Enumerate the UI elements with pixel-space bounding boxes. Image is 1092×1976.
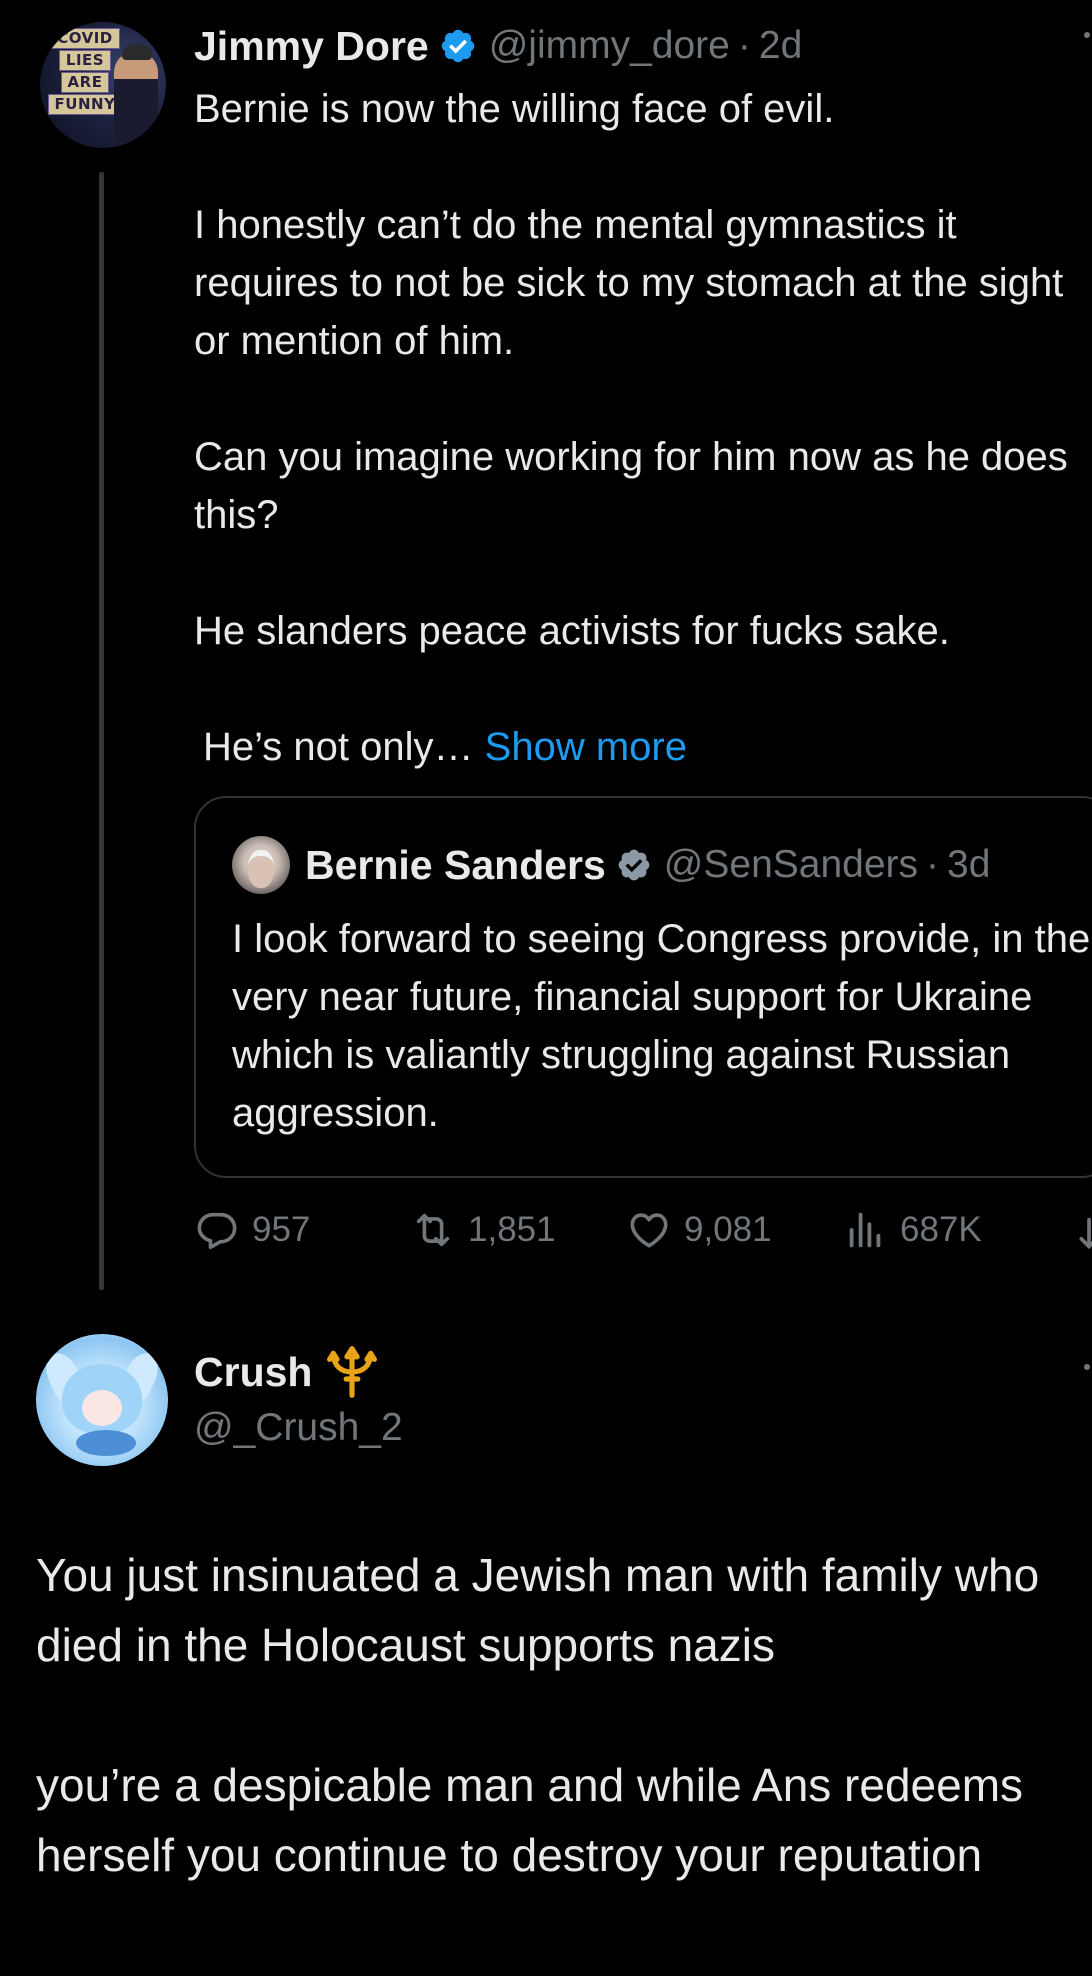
show-more-link[interactable]: Show more	[485, 725, 687, 769]
verified-badge-icon[interactable]	[439, 27, 477, 65]
reply-count: 957	[252, 1210, 311, 1249]
reply-paragraph: you’re a despicable man and while Ans re…	[36, 1759, 1024, 1881]
like-button[interactable]: 9,081	[626, 1200, 772, 1260]
tweet-timestamp[interactable]: 2d	[759, 24, 802, 68]
like-count: 9,081	[684, 1210, 772, 1249]
views-button[interactable]: 687K	[842, 1200, 982, 1260]
trident-emoji-icon	[327, 1346, 378, 1398]
views-count: 687K	[900, 1210, 982, 1249]
verified-badge-icon	[618, 849, 650, 881]
crush-avatar[interactable]	[36, 1334, 168, 1466]
repost-button[interactable]: 1,851	[410, 1200, 556, 1260]
tweet-paragraph: I honestly can’t do the mental gymnastic…	[194, 203, 1064, 363]
avatar-text-line: LIES	[58, 50, 112, 71]
like-icon	[630, 1213, 668, 1248]
author-name[interactable]: Jimmy Dore	[194, 23, 429, 70]
avatar-ribbon	[76, 1430, 136, 1456]
tweet-action-bar: 957 1,851 9,081 687K	[194, 1200, 1092, 1260]
author-handle[interactable]: @jimmy_dore	[489, 24, 730, 68]
tweet-text: Bernie is now the willing face of evil. …	[194, 80, 1074, 776]
avatar-text-line: COVID	[50, 28, 120, 49]
reply-text: You just insinuated a Jewish man with fa…	[36, 1540, 1076, 1890]
tweet-truncated-paragraph: He’s not only… Show more	[194, 718, 1074, 776]
reply-author-name[interactable]: Crush	[194, 1349, 312, 1396]
more-options-icon[interactable]	[1082, 30, 1092, 54]
separator-dot: ·	[926, 843, 940, 886]
tweet-paragraph: Can you imagine working for him now as h…	[194, 435, 1068, 537]
quoted-tweet-header: Bernie Sanders @SenSanders · 3d	[305, 836, 990, 894]
avatar-text-line: ARE	[60, 72, 110, 93]
reply-button[interactable]: 957	[194, 1200, 310, 1260]
avatar-person-figure	[114, 44, 158, 142]
separator-dot: ·	[737, 24, 751, 67]
quoted-tweet-timestamp: 3d	[947, 843, 991, 886]
truncated-text: He’s not only…	[203, 725, 474, 769]
reply-paragraph: You just insinuated a Jewish man with fa…	[36, 1549, 1040, 1671]
repost-icon	[416, 1213, 450, 1247]
views-icon	[849, 1212, 881, 1248]
tweet-header: Jimmy Dore @jimmy_dore · 2d	[194, 18, 802, 74]
reply-icon	[197, 1212, 237, 1250]
jimmy-dore-avatar[interactable]: COVID LIES ARE FUNNY	[40, 22, 166, 148]
quoted-tweet-text: I look forward to seeing Congress provid…	[232, 917, 1091, 1135]
repost-count: 1,851	[468, 1210, 556, 1249]
tweet-paragraph: He slanders peace activists for fucks sa…	[194, 609, 950, 653]
avatar-meme-text: COVID LIES ARE FUNNY	[46, 28, 124, 115]
quoted-author-handle: @SenSanders	[663, 843, 919, 886]
tweet-paragraph: Bernie is now the willing face of evil.	[194, 87, 835, 131]
reply-header: Crush	[194, 1342, 380, 1402]
quoted-author-name: Bernie Sanders	[305, 841, 606, 888]
avatar-text-line: FUNNY	[47, 94, 123, 115]
thread-connector-line	[99, 172, 104, 1290]
avatar-face	[82, 1390, 122, 1426]
more-options-icon[interactable]	[1082, 1362, 1092, 1386]
avatar-face	[248, 850, 274, 888]
bernie-sanders-avatar	[232, 836, 290, 894]
share-icon[interactable]	[1074, 1212, 1092, 1258]
reply-author-handle[interactable]: @_Crush_2	[194, 1400, 403, 1456]
